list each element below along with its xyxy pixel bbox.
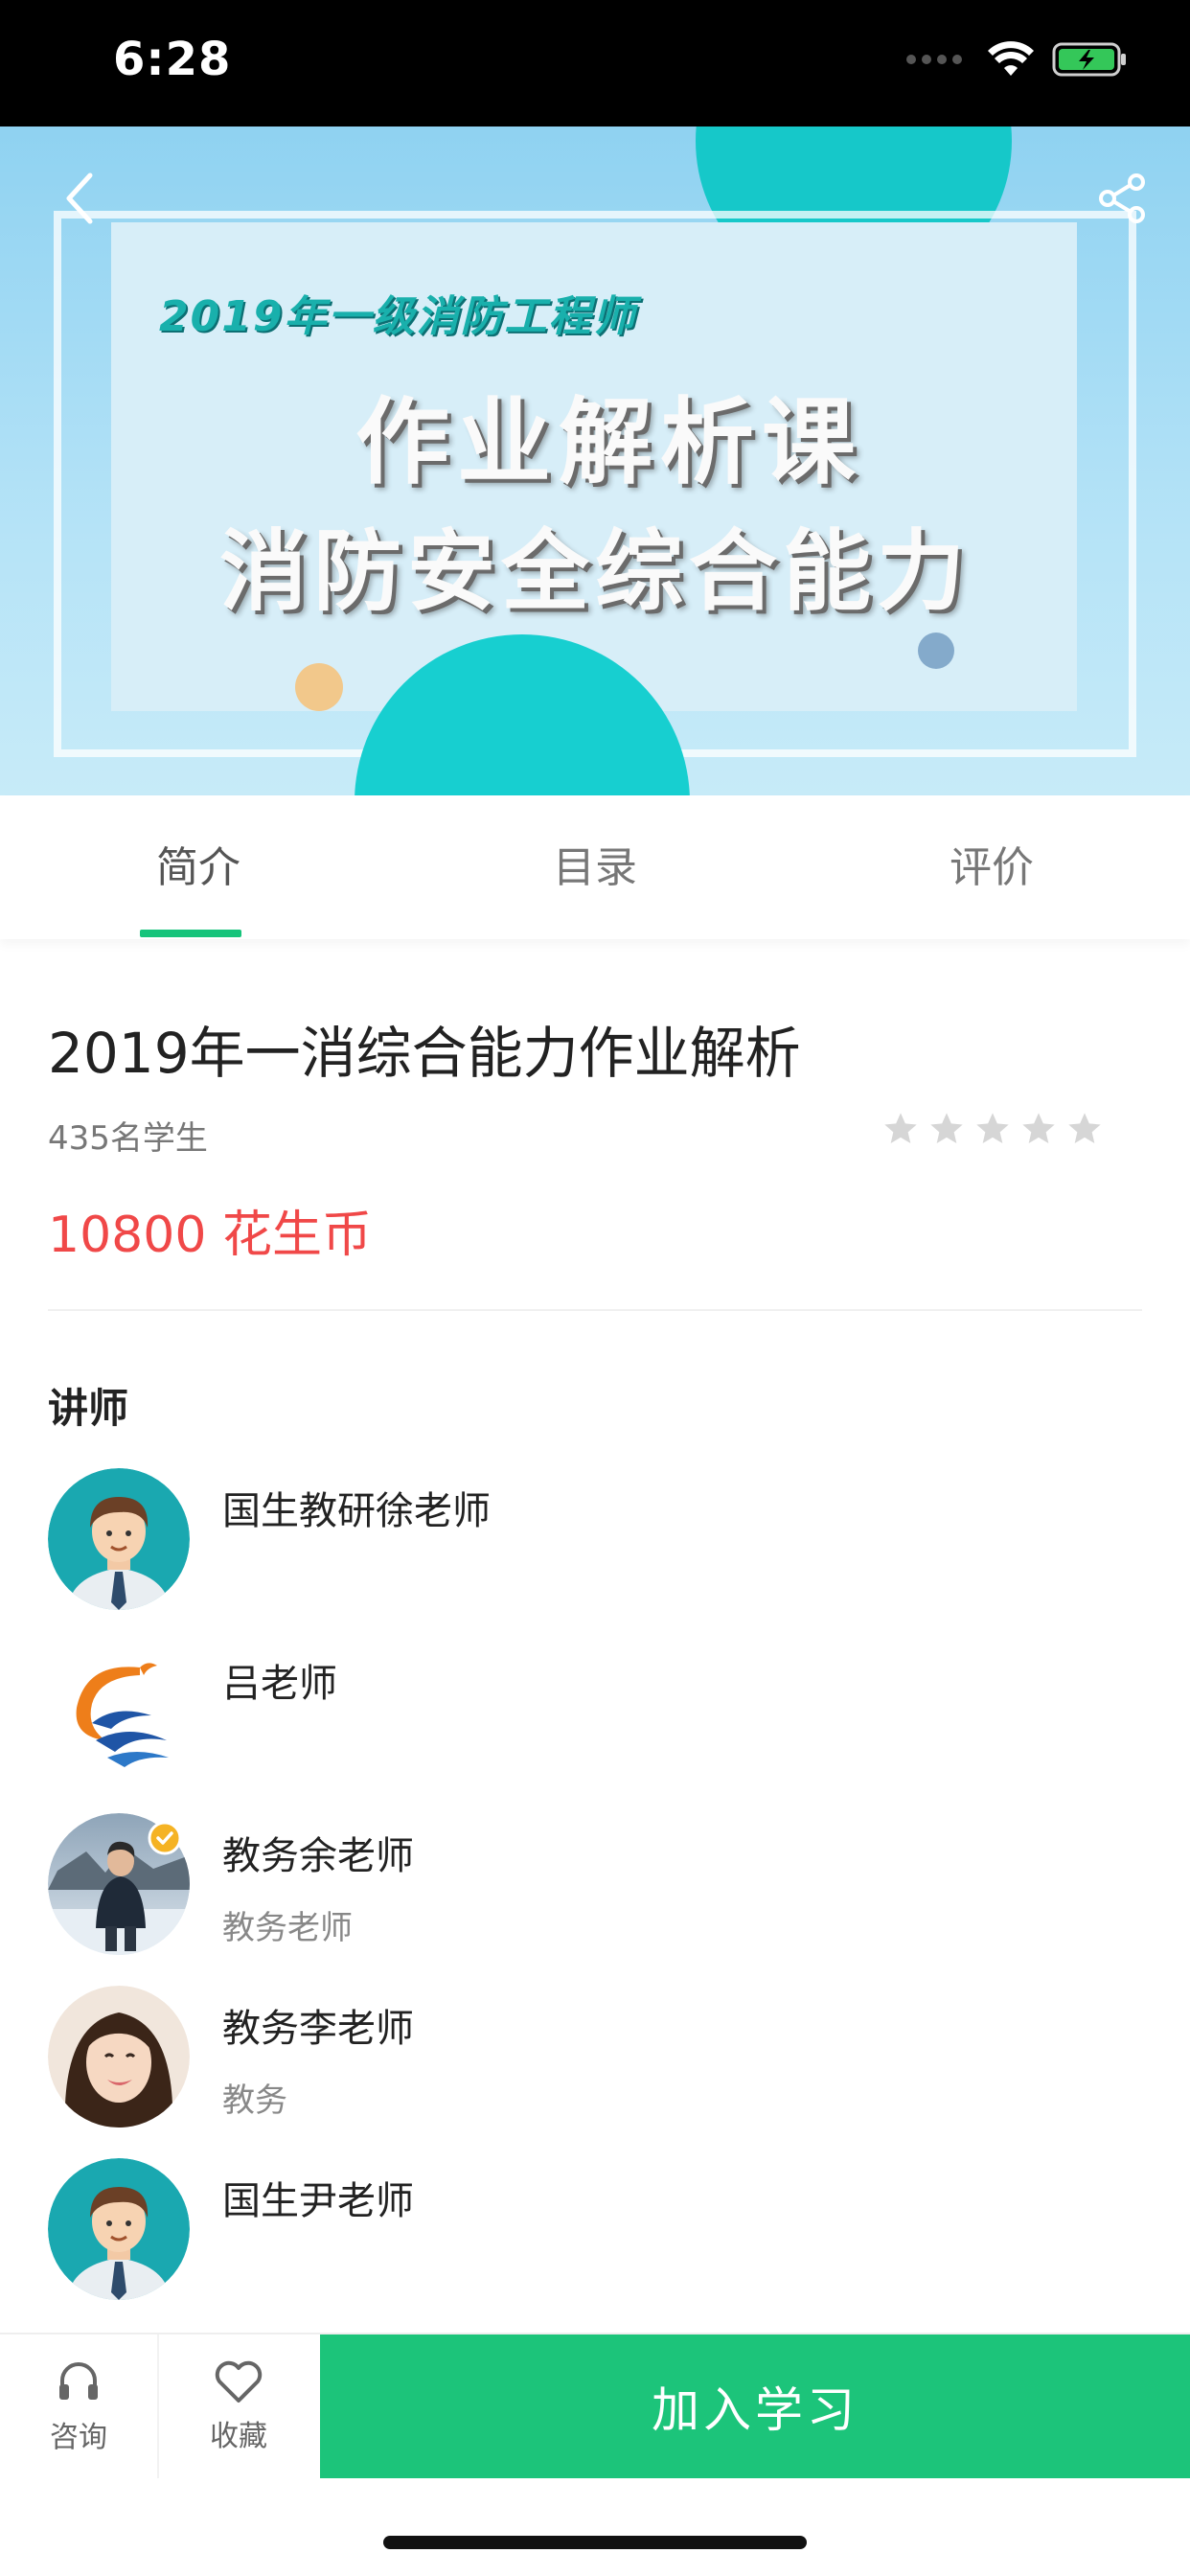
- status-time: 6:28: [113, 33, 232, 86]
- chevron-left-icon: [66, 172, 93, 224]
- lecturers-title: 讲师: [48, 1385, 129, 1432]
- tab-intro[interactable]: 简介: [0, 795, 397, 939]
- divider: [48, 1309, 1142, 1311]
- join-study-button[interactable]: 加入学习: [320, 2334, 1190, 2478]
- headset-icon: [59, 2362, 98, 2400]
- verified-badge-icon: [148, 1821, 182, 1855]
- star-icon: [884, 1113, 917, 1143]
- tab-reviews[interactable]: 评价: [793, 795, 1190, 939]
- banner-title-line2: 消防安全综合能力: [218, 520, 971, 623]
- lecturer-name: 教务余老师: [222, 1834, 414, 1878]
- favorite-button[interactable]: 收藏: [159, 2334, 318, 2478]
- lecturer-item[interactable]: 国生教研徐老师: [48, 1468, 1142, 1612]
- back-button[interactable]: [50, 165, 107, 232]
- avatar: [48, 2158, 190, 2300]
- favorite-label: 收藏: [210, 2420, 267, 2453]
- consult-label: 咨询: [50, 2421, 107, 2454]
- banner-subtitle: 2019年一级消防工程师: [159, 292, 637, 341]
- battery-icon: [1052, 42, 1126, 77]
- course-price: 10800 花生币: [48, 1207, 372, 1264]
- lecturer-item[interactable]: 教务余老师 教务老师: [48, 1813, 1142, 1957]
- star-icon: [976, 1113, 1009, 1143]
- avatar: [48, 1986, 190, 2128]
- lecturer-name: 国生教研徐老师: [222, 1489, 491, 1533]
- share-button[interactable]: [1088, 165, 1156, 232]
- consult-button[interactable]: 咨询: [0, 2334, 159, 2478]
- wifi-icon: [988, 41, 1034, 76]
- rating-stars: [881, 1110, 1104, 1148]
- signal-icon: [906, 55, 962, 64]
- decor-circle: [918, 632, 954, 669]
- lecturer-item[interactable]: 吕老师: [48, 1641, 1142, 1784]
- lecturer-role: 教务老师: [222, 1909, 353, 1947]
- student-count: 435名学生: [48, 1119, 208, 1158]
- star-icon: [1022, 1113, 1055, 1143]
- heart-icon: [215, 2360, 263, 2403]
- active-tab-indicator: [140, 930, 241, 937]
- share-icon: [1099, 173, 1145, 223]
- status-bar: 6:28: [0, 0, 1190, 126]
- star-icon: [1068, 1113, 1101, 1143]
- lecturer-name: 教务李老师: [222, 2007, 414, 2051]
- banner-title: 作业解析课: [355, 388, 863, 497]
- tab-label: 简介: [156, 843, 240, 892]
- lecturer-role: 教务: [222, 2082, 287, 2120]
- status-icons: [906, 40, 1129, 79]
- tab-label: 目录: [553, 843, 637, 892]
- star-icon: [930, 1113, 963, 1143]
- lecturer-item[interactable]: 国生尹老师: [48, 2158, 1142, 2302]
- tab-bar: 简介 目录 评价: [0, 795, 1190, 939]
- course-banner: 2019年一级消防工程师 作业解析课 消防安全综合能力: [0, 126, 1190, 795]
- lecturer-name: 国生尹老师: [222, 2179, 414, 2223]
- lecturer-item[interactable]: 教务李老师 教务: [48, 1986, 1142, 2129]
- avatar: [48, 1468, 190, 1610]
- decor-circle: [295, 663, 343, 711]
- course-title: 2019年一消综合能力作业解析: [48, 1021, 801, 1086]
- home-indicator: [383, 2536, 807, 2549]
- lecturer-name: 吕老师: [222, 1662, 337, 1706]
- tab-catalog[interactable]: 目录: [397, 795, 793, 939]
- tab-label: 评价: [950, 843, 1034, 892]
- avatar: [48, 1641, 190, 1782]
